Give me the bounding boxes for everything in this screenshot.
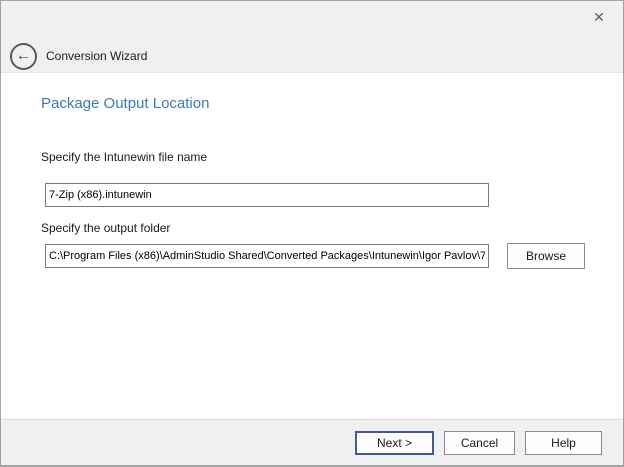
button-bar: Next > Cancel Help [1,419,623,465]
filename-label: Specify the Intunewin file name [41,150,207,164]
help-button[interactable]: Help [525,431,602,455]
filename-input[interactable] [45,183,489,207]
cancel-button[interactable]: Cancel [444,431,515,455]
wizard-title: Conversion Wizard [46,49,147,63]
conversion-wizard-dialog: ← Conversion Wizard ✕ Package Output Loc… [0,0,624,467]
back-button[interactable]: ← [10,43,37,70]
back-arrow-icon: ← [16,48,32,64]
close-icon[interactable]: ✕ [589,7,609,27]
output-folder-input[interactable] [45,244,489,268]
output-folder-label: Specify the output folder [41,221,170,235]
next-button[interactable]: Next > [355,431,434,455]
wizard-header: ← Conversion Wizard ✕ [1,1,623,73]
browse-button[interactable]: Browse [507,243,585,269]
page-title: Package Output Location [41,95,209,112]
wizard-content: Package Output Location Specify the Intu… [1,74,623,418]
